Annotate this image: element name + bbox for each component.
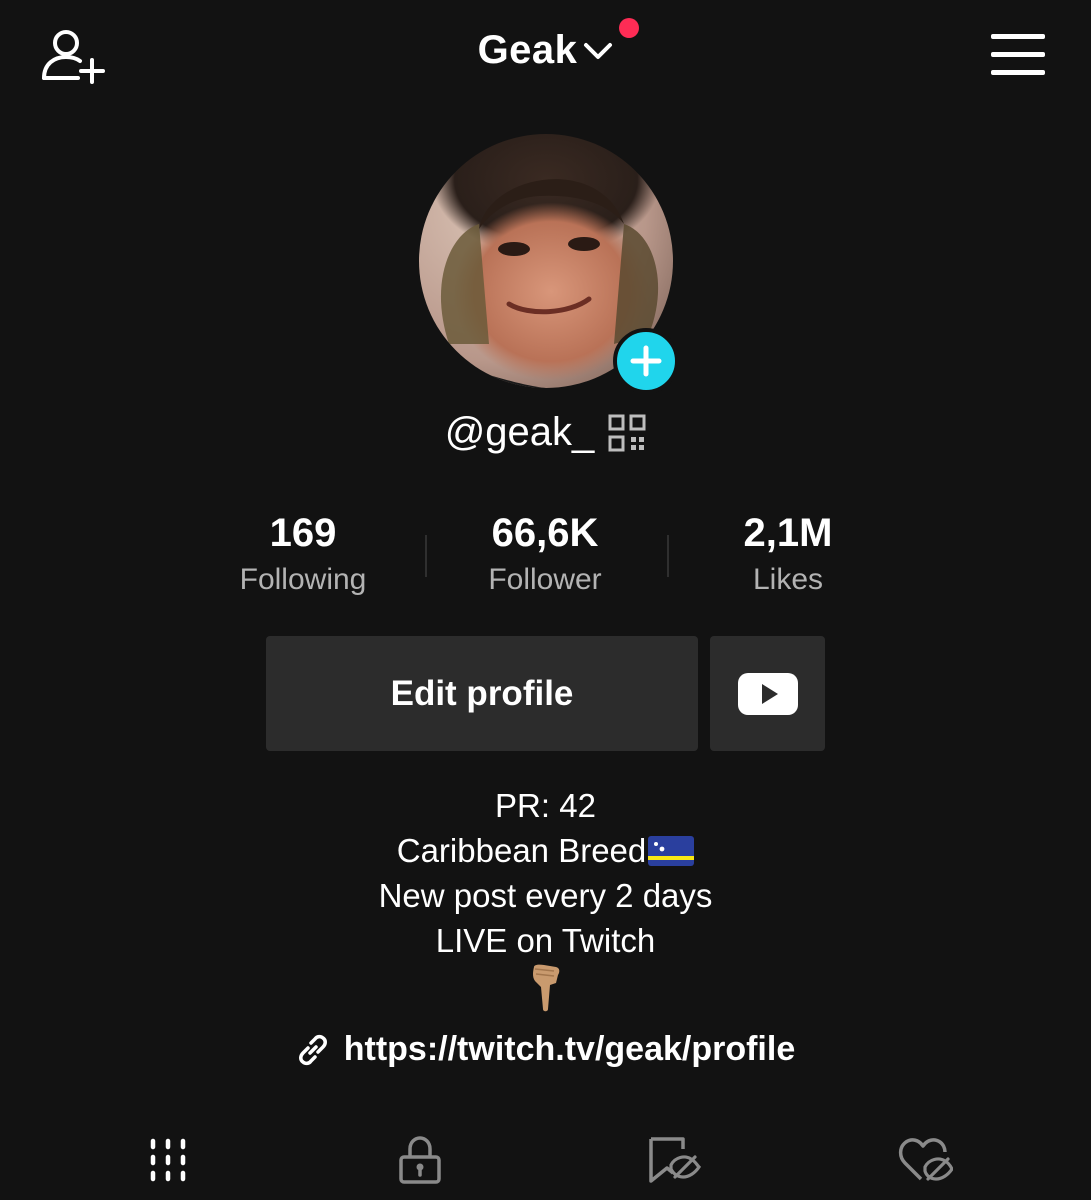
- menu-button[interactable]: [991, 34, 1045, 76]
- tab-videos[interactable]: [133, 1130, 203, 1190]
- curacao-flag-icon: [648, 835, 695, 866]
- username: @geak_: [444, 410, 595, 454]
- tab-private[interactable]: [385, 1130, 455, 1190]
- bio-line: PR: 42: [495, 787, 596, 824]
- profile-link[interactable]: https://twitch.tv/geak/profile: [0, 1030, 1091, 1069]
- stat-likes-value: 2,1M: [743, 511, 833, 555]
- stat-follower[interactable]: 66,6K Follower: [425, 508, 665, 602]
- add-photo-button[interactable]: [613, 328, 679, 394]
- stat-follower-label: Follower: [488, 563, 602, 596]
- pointing-down-emoji-icon: [532, 964, 559, 1012]
- plus-icon: [630, 345, 662, 377]
- account-switcher: Geak: [0, 18, 1091, 73]
- bookmark-hidden-icon: [649, 1137, 701, 1183]
- account-switcher-button[interactable]: Geak: [477, 18, 640, 73]
- youtube-icon: [737, 672, 798, 715]
- videos-grid-icon: [150, 1138, 186, 1182]
- bio-line: Caribbean Breed: [396, 832, 647, 869]
- stat-following-value: 169: [269, 511, 337, 555]
- bio-line-with-flag: Caribbean Breed: [0, 828, 1091, 873]
- stat-follower-value: 66,6K: [491, 511, 599, 555]
- menu-icon: [991, 34, 1045, 75]
- stat-following[interactable]: 169 Following: [183, 508, 423, 602]
- lock-icon: [399, 1136, 441, 1184]
- bio-line: LIVE on Twitch: [435, 922, 656, 959]
- notification-dot: [619, 18, 640, 38]
- qr-code-icon[interactable]: [608, 414, 646, 452]
- heart-hidden-icon: [898, 1138, 953, 1181]
- edit-profile-button[interactable]: Edit profile: [266, 636, 698, 751]
- bio-line: New post every 2 days: [378, 877, 713, 914]
- account-name: Geak: [477, 28, 578, 72]
- stat-likes-label: Likes: [752, 563, 824, 596]
- stat-following-label: Following: [239, 563, 367, 596]
- profile-link-text: https://twitch.tv/geak/profile: [343, 1030, 796, 1068]
- chevron-down-icon: [584, 42, 613, 59]
- stat-likes[interactable]: 2,1M Likes: [668, 508, 908, 602]
- link-icon: [298, 1034, 327, 1065]
- tab-favorites[interactable]: [638, 1130, 708, 1190]
- youtube-button[interactable]: [710, 636, 825, 751]
- tab-liked[interactable]: [890, 1130, 960, 1190]
- username-row: @geak_: [0, 410, 1091, 455]
- bio: PR: 42 Caribbean Breed New post every 2 …: [0, 783, 1091, 1013]
